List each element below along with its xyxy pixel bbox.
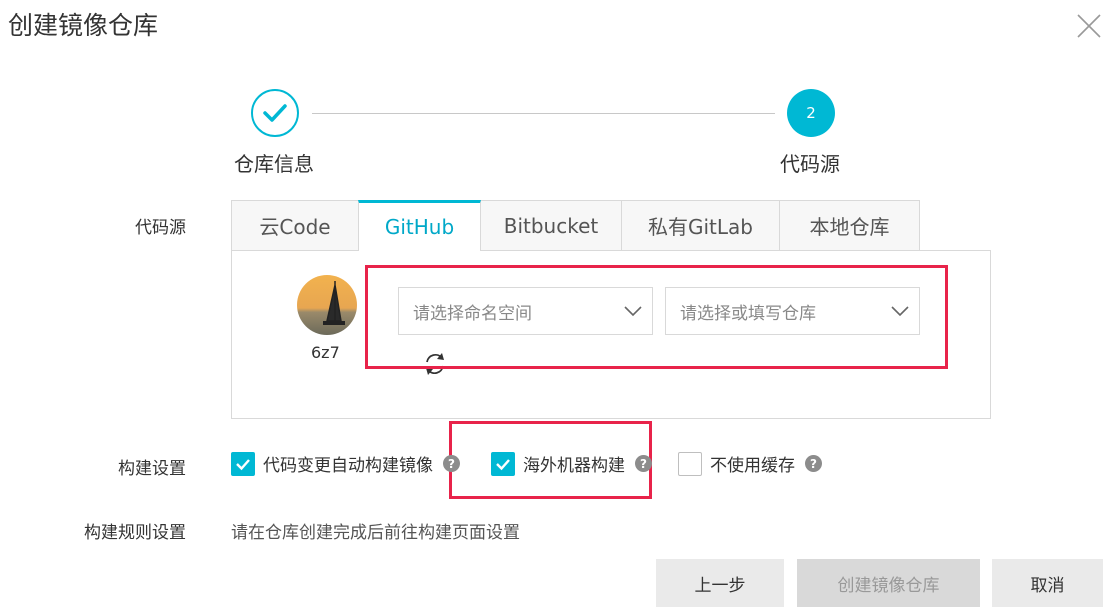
build-settings-label: 构建设置 (118, 459, 186, 479)
prev-step-button[interactable]: 上一步 (656, 559, 784, 607)
overseas-build-checkbox[interactable] (491, 451, 515, 476)
checkmark-icon (496, 458, 510, 470)
step-1-label: 仓库信息 (234, 152, 314, 176)
tab-yuncode[interactable]: 云Code (231, 200, 359, 250)
code-source-label: 代码源 (135, 218, 186, 238)
option-auto-build: 代码变更自动构建镜像 ? (231, 451, 460, 476)
cancel-button[interactable]: 取消 (992, 559, 1103, 607)
checkmark-icon (236, 458, 250, 470)
help-icon[interactable]: ? (805, 455, 822, 472)
tab-private-gitlab[interactable]: 私有GitLab (621, 200, 780, 250)
option-no-cache: 不使用缓存 ? (678, 451, 822, 476)
step-2-number: 2 (806, 104, 816, 122)
checkmark-icon (263, 104, 287, 122)
source-tabs: 云Code GitHub Bitbucket 私有GitLab 本地仓库 (231, 200, 920, 251)
stepper-connector (312, 113, 775, 114)
tab-bitbucket[interactable]: Bitbucket (480, 200, 622, 250)
auto-build-checkbox[interactable] (231, 451, 255, 476)
account-name: 6z7 (311, 343, 340, 362)
build-rules-label: 构建规则设置 (84, 523, 186, 543)
help-icon[interactable]: ? (443, 455, 460, 472)
dialog-title: 创建镜像仓库 (8, 11, 159, 40)
no-cache-checkbox[interactable] (678, 451, 702, 476)
highlight-box-repo-selection (365, 265, 948, 369)
step-2-label: 代码源 (780, 152, 840, 176)
no-cache-label: 不使用缓存 (710, 456, 795, 476)
help-icon[interactable]: ? (635, 455, 652, 472)
auto-build-label: 代码变更自动构建镜像 (263, 456, 433, 476)
step-1-done-indicator (251, 89, 299, 137)
close-icon[interactable] (1075, 12, 1103, 40)
avatar (297, 275, 357, 335)
option-overseas-build: 海外机器构建 ? (491, 451, 652, 476)
overseas-build-label: 海外机器构建 (523, 456, 625, 476)
tab-local-repo[interactable]: 本地仓库 (779, 200, 920, 250)
tab-github[interactable]: GitHub (358, 200, 481, 251)
create-repo-button[interactable]: 创建镜像仓库 (797, 559, 980, 607)
step-2-indicator: 2 (787, 89, 835, 137)
build-rules-text: 请在仓库创建完成后前往构建页面设置 (231, 523, 520, 543)
